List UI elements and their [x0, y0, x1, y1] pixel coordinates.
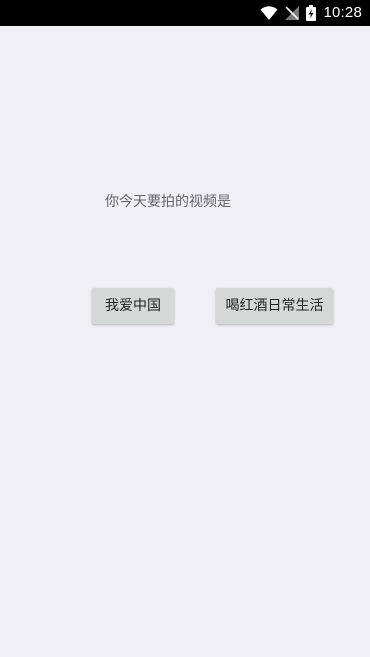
status-icons: 10:28 — [260, 3, 362, 23]
status-time: 10:28 — [323, 4, 362, 21]
video-option-button-2[interactable]: 喝红酒日常生活 — [216, 288, 333, 324]
status-bar: 10:28 — [0, 0, 370, 26]
main-content: 你今天要拍的视频是 我爱中国 喝红酒日常生活 — [0, 26, 370, 657]
no-signal-icon — [285, 6, 300, 20]
wifi-icon — [260, 6, 278, 20]
prompt-text: 你今天要拍的视频是 — [105, 194, 231, 210]
video-option-button-1[interactable]: 我爱中国 — [92, 288, 174, 324]
battery-charging-icon — [306, 5, 317, 21]
